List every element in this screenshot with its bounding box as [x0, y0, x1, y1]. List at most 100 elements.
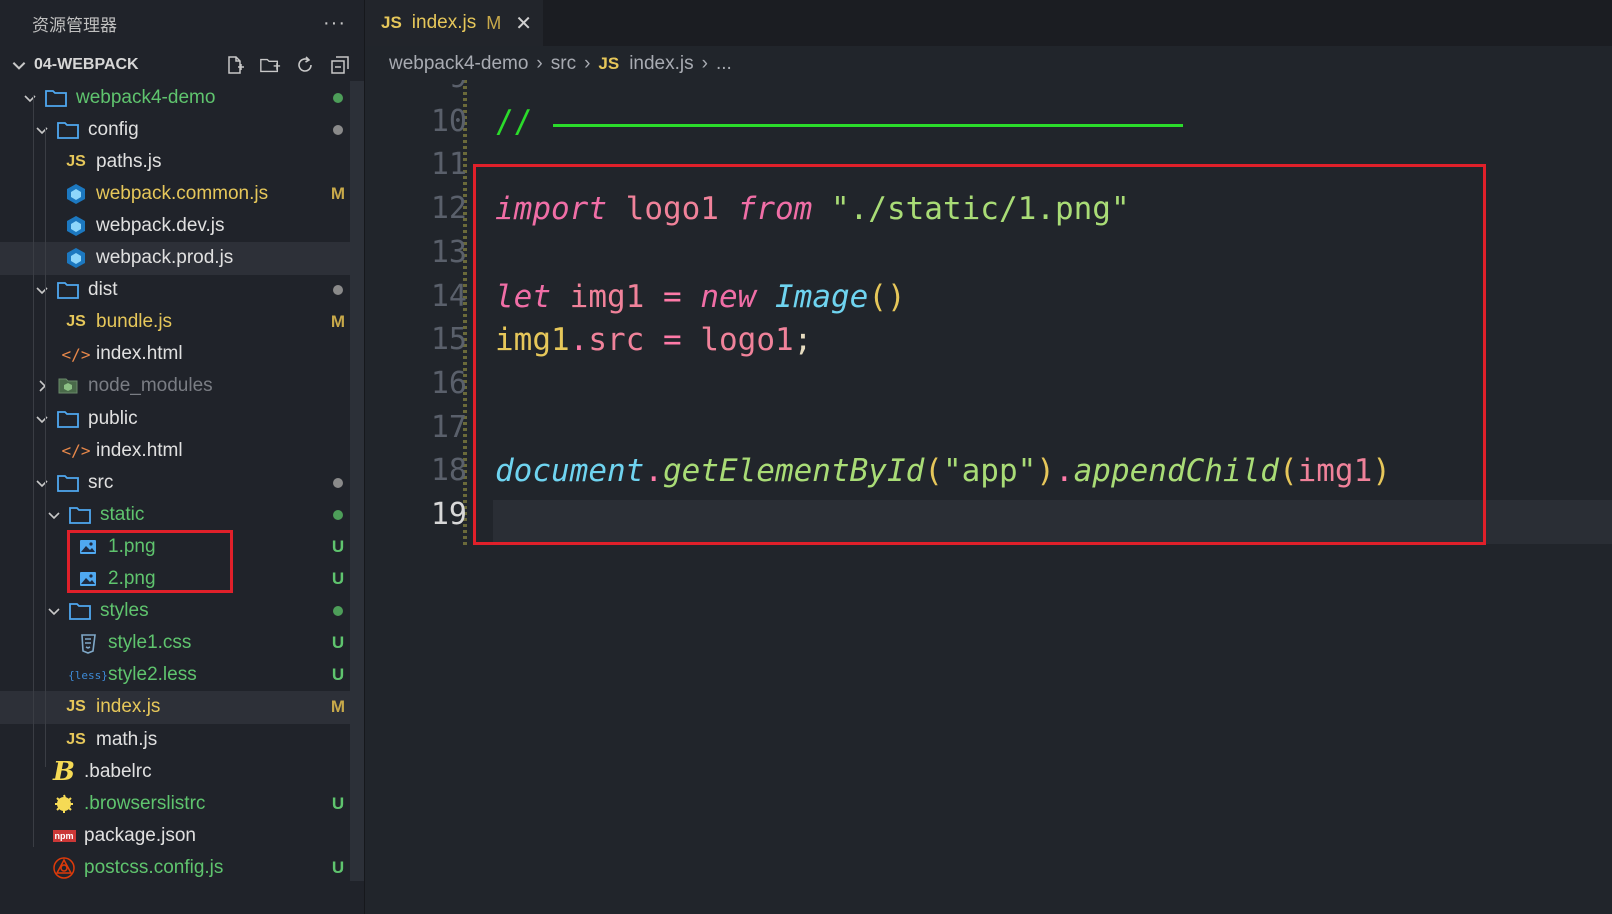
tree-item[interactable]: B .babelrc: [0, 755, 350, 788]
collapse-all-icon[interactable]: [329, 54, 351, 76]
sidebar-scrollbar[interactable]: [350, 81, 364, 881]
tree-item[interactable]: webpack.common.js M: [0, 177, 350, 210]
chevron-right-icon: ›: [536, 53, 543, 74]
folder-icon: [56, 279, 80, 301]
code-line[interactable]: document.getElementById("app").appendChi…: [495, 453, 1391, 489]
line-number: 10: [430, 103, 467, 139]
js-file-icon: JS: [66, 313, 86, 331]
chevron-right-icon[interactable]: [34, 378, 50, 394]
tree-item[interactable]: config: [0, 113, 350, 146]
git-status-badge: U: [331, 665, 345, 685]
chevron-down-icon[interactable]: [34, 122, 50, 138]
git-status-badge: M: [330, 697, 346, 717]
tree-item-label: index.js: [96, 696, 161, 718]
line-number: 15: [430, 322, 467, 358]
git-status-badge: U: [331, 857, 345, 877]
tree-item[interactable]: JS bundle.js M: [0, 306, 350, 339]
tree-item[interactable]: 2.png U: [0, 563, 350, 596]
line-number: 13: [430, 234, 467, 270]
tree-item[interactable]: npm package.json: [0, 819, 350, 852]
tree-item[interactable]: webpack.dev.js: [0, 209, 350, 242]
tree-item[interactable]: JS paths.js: [0, 145, 350, 178]
chevron-down-icon[interactable]: [34, 282, 50, 298]
editor-pane: JS index.js M ✕ webpack4-demo › src › JS…: [365, 0, 1612, 914]
tree-item[interactable]: public: [0, 402, 350, 435]
tree-item[interactable]: webpack4-demo: [0, 81, 350, 114]
js-file-icon: JS: [66, 698, 86, 716]
breadcrumb-item-file[interactable]: index.js: [629, 53, 693, 75]
html-file-icon: </>: [61, 344, 91, 364]
line-number: 14: [430, 278, 467, 314]
tree-item[interactable]: .browserslistrc U: [0, 787, 350, 820]
tree-item-label: .babelrc: [84, 760, 152, 782]
more-actions-icon[interactable]: ···: [323, 12, 346, 35]
tab-index-js[interactable]: JS index.js M ✕: [365, 0, 543, 46]
code-token: appendChild: [1073, 453, 1279, 490]
tree-item[interactable]: JS math.js: [0, 723, 350, 756]
breadcrumb-item-folder[interactable]: webpack4-demo: [389, 53, 528, 75]
tree-item-label: webpack.common.js: [96, 182, 269, 204]
code-token: import: [495, 191, 607, 228]
explorer-title: 资源管理器: [32, 15, 117, 35]
webpack-icon: [64, 247, 88, 269]
comment-rule-line: [553, 124, 1183, 127]
code-token: src: [588, 322, 645, 359]
code-token: .: [1054, 453, 1074, 490]
code-line[interactable]: let img1 = new Image(): [495, 279, 906, 315]
code-line[interactable]: img1.src = logo1;: [495, 322, 812, 358]
new-file-icon[interactable]: [224, 54, 246, 76]
code-token: img1: [495, 322, 570, 359]
breadcrumb-item-symbol[interactable]: ...: [716, 53, 732, 75]
js-file-icon: JS: [598, 54, 620, 73]
chevron-down-icon[interactable]: [46, 507, 62, 523]
code-token: logo1: [625, 191, 719, 228]
code-editor[interactable]: 9 10 11 12 13 14 15 16 17 18 19 // import logo1 fro…: [365, 80, 1612, 914]
chevron-down-icon[interactable]: [22, 90, 38, 106]
new-folder-icon[interactable]: [259, 54, 281, 76]
tree-item[interactable]: static: [0, 498, 350, 531]
tree-item-label: 1.png: [108, 535, 156, 557]
chevron-down-icon[interactable]: [34, 475, 50, 491]
workspace-header[interactable]: 04-WEBPACK: [0, 48, 364, 81]
tree-item[interactable]: style1.css U: [0, 627, 350, 660]
tree-item[interactable]: src: [0, 466, 350, 499]
tab-label: index.js: [411, 12, 477, 33]
folder-icon: [68, 600, 92, 622]
tree-item-label: .browserslistrc: [84, 792, 206, 814]
code-token: document: [495, 453, 645, 490]
chevron-down-icon[interactable]: [10, 56, 28, 74]
tree-item[interactable]: postcss.config.js U: [0, 851, 350, 884]
code-line[interactable]: import logo1 from "./static/1.png": [495, 191, 1130, 227]
current-line-highlight: [493, 500, 1612, 544]
close-icon[interactable]: ✕: [515, 11, 532, 36]
tree-item[interactable]: </> index.html: [0, 434, 350, 467]
code-token: =: [663, 322, 682, 359]
git-status-badge: U: [331, 793, 345, 813]
tree-item[interactable]: 1.png U: [0, 530, 350, 563]
js-file-icon: JS: [66, 730, 86, 748]
tree-item-label: static: [100, 503, 145, 525]
tree-item[interactable]: styles: [0, 595, 350, 628]
tree-item[interactable]: node_modules: [0, 370, 350, 403]
tree-item[interactable]: dist: [0, 274, 350, 307]
tree-item[interactable]: {less} style2.less U: [0, 659, 350, 692]
node-modules-folder-icon: [56, 375, 80, 397]
tree-item[interactable]: </> index.html: [0, 338, 350, 371]
code-line[interactable]: //: [495, 104, 532, 140]
line-number: 9: [365, 80, 467, 95]
line-number: 16: [430, 365, 467, 401]
refresh-icon[interactable]: [294, 54, 316, 76]
chevron-down-icon[interactable]: [34, 411, 50, 427]
tree-item[interactable]: JS index.js M: [0, 690, 350, 724]
less-file-icon: {less}: [68, 668, 108, 682]
chevron-down-icon[interactable]: [46, 603, 62, 619]
chevron-right-icon: ›: [701, 53, 708, 74]
file-tree: webpack4-demo config JS paths.js webpack.com…: [0, 81, 350, 914]
breadcrumb-item-src[interactable]: src: [551, 53, 576, 75]
tree-item[interactable]: webpack.prod.js: [0, 241, 350, 275]
git-status-badge: M: [330, 312, 346, 332]
